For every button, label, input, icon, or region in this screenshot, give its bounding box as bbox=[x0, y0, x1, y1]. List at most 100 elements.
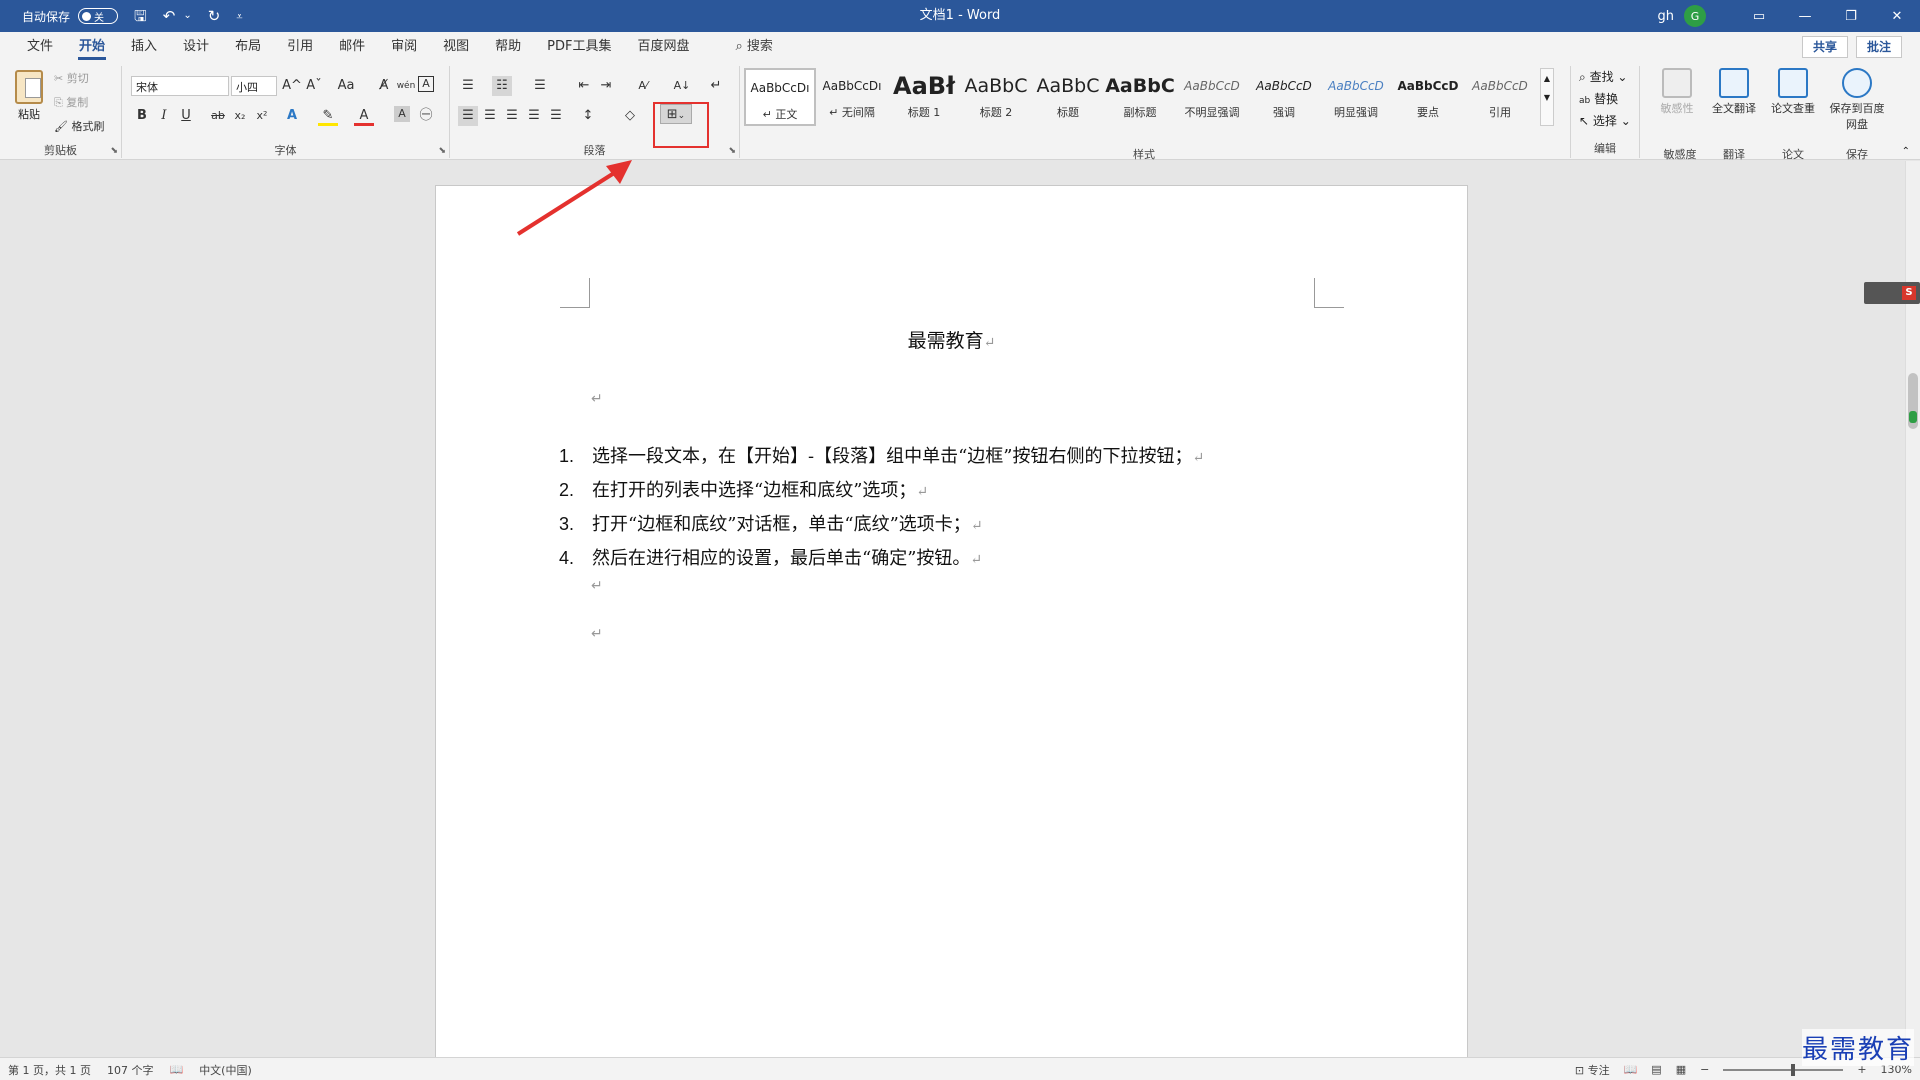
decrease-indent-icon[interactable]: ⇤ bbox=[574, 76, 594, 96]
document-page[interactable]: 最需教育↵ ↵ 1. 选择一段文本，在【开始】-【段落】组中单击“边框”按钮右侧的… bbox=[435, 185, 1468, 1065]
save-to-baidu-button[interactable]: 保存到百度网盘 bbox=[1826, 68, 1888, 132]
input-method-widget[interactable]: S bbox=[1864, 282, 1920, 304]
scroll-thumb[interactable] bbox=[1908, 373, 1918, 429]
style-title[interactable]: AaBbC 标题 bbox=[1032, 68, 1104, 126]
bold-icon[interactable]: B bbox=[132, 106, 152, 126]
read-mode-icon[interactable]: 📖 bbox=[1624, 1063, 1638, 1076]
style-quote[interactable]: AaBbCcD 引用 bbox=[1464, 68, 1536, 126]
collapse-ribbon-icon[interactable]: ⌃ bbox=[1902, 146, 1910, 157]
strikethrough-icon[interactable]: ab bbox=[208, 106, 228, 126]
share-button[interactable]: 共享 bbox=[1801, 36, 1848, 58]
multilevel-list-icon[interactable]: ☰ bbox=[530, 76, 550, 96]
align-left-icon[interactable]: ☰ bbox=[458, 106, 478, 126]
numbering-icon[interactable]: ☷ bbox=[492, 76, 512, 96]
align-right-icon[interactable]: ☰ bbox=[502, 106, 522, 126]
character-shading-icon[interactable]: A bbox=[394, 106, 410, 122]
align-center-icon[interactable]: ☰ bbox=[480, 106, 500, 126]
zoom-slider[interactable] bbox=[1723, 1063, 1844, 1076]
enclose-characters-icon[interactable]: ㊀ bbox=[416, 106, 436, 126]
minimize-icon[interactable]: — bbox=[1782, 0, 1828, 32]
save-icon[interactable]: 🖫 bbox=[134, 8, 147, 24]
underline-icon[interactable]: U bbox=[176, 106, 196, 126]
superscript-icon[interactable]: x² bbox=[252, 106, 272, 126]
tab-home[interactable]: 开始 bbox=[66, 32, 118, 62]
grow-font-icon[interactable]: A^ bbox=[282, 76, 302, 96]
web-layout-icon[interactable]: ▦ bbox=[1676, 1063, 1686, 1076]
chinese-layout-icon[interactable]: A⁄ bbox=[630, 76, 656, 96]
phonetic-guide-icon[interactable]: wén bbox=[396, 76, 416, 96]
word-count[interactable]: 107 个字 bbox=[107, 1062, 154, 1078]
subscript-icon[interactable]: x₂ bbox=[230, 106, 250, 126]
close-icon[interactable]: ✕ bbox=[1874, 0, 1920, 32]
tab-view[interactable]: 视图 bbox=[430, 32, 482, 62]
text-effects-icon[interactable]: A bbox=[282, 106, 302, 126]
focus-mode-button[interactable]: ⊡ 专注 bbox=[1575, 1062, 1610, 1078]
highlight-color-icon[interactable]: ✎ bbox=[318, 106, 338, 126]
restore-icon[interactable]: ❐ bbox=[1828, 0, 1874, 32]
print-layout-icon[interactable]: ▤ bbox=[1651, 1063, 1661, 1076]
distributed-icon[interactable]: ☰ bbox=[546, 106, 566, 126]
tab-references[interactable]: 引用 bbox=[274, 32, 326, 62]
redo-icon[interactable]: ↻ bbox=[208, 8, 221, 24]
dialog-launcher-icon[interactable]: ⬊ bbox=[110, 146, 118, 156]
undo-icon[interactable]: ↶ bbox=[163, 8, 176, 24]
tab-insert[interactable]: 插入 bbox=[118, 32, 170, 62]
increase-indent-icon[interactable]: ⇥ bbox=[596, 76, 616, 96]
style-subtle-emphasis[interactable]: AaBbCcD 不明显强调 bbox=[1176, 68, 1248, 126]
tab-review[interactable]: 审阅 bbox=[378, 32, 430, 62]
shrink-font-icon[interactable]: Aˇ bbox=[304, 76, 324, 96]
tell-me-search[interactable]: ⌕ 搜索 bbox=[723, 32, 786, 62]
style-no-spacing[interactable]: AaBbCcDı ↵ 无间隔 bbox=[816, 68, 888, 126]
style-heading-1[interactable]: AaBł 标题 1 bbox=[888, 68, 960, 126]
styles-scroll-icon[interactable]: ▲ ▼ bbox=[1540, 68, 1554, 126]
change-case-icon[interactable]: Aa bbox=[332, 76, 360, 96]
character-border-icon[interactable]: A bbox=[418, 76, 434, 92]
proofing-icon[interactable]: 📖 bbox=[169, 1063, 183, 1076]
paper-check-button[interactable]: 论文查重 bbox=[1770, 68, 1816, 116]
select-button[interactable]: ↖ 选择 ⌄ bbox=[1579, 112, 1631, 129]
format-painter-button[interactable]: 🖌 格式刷 bbox=[54, 118, 104, 134]
tab-mailings[interactable]: 邮件 bbox=[326, 32, 378, 62]
copy-button[interactable]: ⎘ 复制 bbox=[54, 94, 88, 110]
autosave-toggle[interactable]: 关 bbox=[78, 8, 119, 24]
show-marks-icon[interactable]: ↵ bbox=[706, 76, 726, 96]
justify-icon[interactable]: ☰ bbox=[524, 106, 544, 126]
replace-button[interactable]: ab 替换 bbox=[1579, 90, 1618, 107]
italic-icon[interactable]: I bbox=[154, 106, 174, 126]
style-intense-emphasis[interactable]: AaBbCcD 明显强调 bbox=[1320, 68, 1392, 126]
tab-pdf-tools[interactable]: PDF工具集 bbox=[534, 32, 624, 62]
style-subtitle[interactable]: AaBbC 副标题 bbox=[1104, 68, 1176, 126]
tab-baidu-netdisk[interactable]: 百度网盘 bbox=[624, 32, 702, 62]
bullets-icon[interactable]: ☰ bbox=[458, 76, 478, 96]
style-emphasis[interactable]: AaBbCcD 强调 bbox=[1248, 68, 1320, 126]
full-translate-button[interactable]: 全文翻译 bbox=[1712, 68, 1756, 116]
zoom-out-icon[interactable]: − bbox=[1700, 1063, 1709, 1076]
cut-button[interactable]: ✂ 剪切 bbox=[54, 70, 89, 86]
tab-layout[interactable]: 布局 bbox=[222, 32, 274, 62]
sort-icon[interactable]: A↓ bbox=[672, 76, 692, 96]
style-strong[interactable]: AaBbCcD 要点 bbox=[1392, 68, 1464, 126]
tab-help[interactable]: 帮助 bbox=[482, 32, 534, 62]
style-heading-2[interactable]: AaBbC 标题 2 bbox=[960, 68, 1032, 126]
user-name[interactable]: gh bbox=[1658, 9, 1675, 24]
font-name-combo[interactable]: 宋体 bbox=[131, 76, 229, 96]
customize-toolbar-icon[interactable]: ⩡ bbox=[236, 11, 242, 22]
language-status[interactable]: 中文(中国) bbox=[199, 1062, 252, 1078]
page-count[interactable]: 第 1 页，共 1 页 bbox=[8, 1062, 91, 1078]
dialog-launcher-icon[interactable]: ⬊ bbox=[438, 146, 446, 156]
paint-bucket-icon[interactable]: ◇ bbox=[620, 106, 640, 126]
font-color-icon[interactable]: A bbox=[354, 106, 374, 126]
comments-button[interactable]: 批注 bbox=[1855, 36, 1902, 58]
style-normal[interactable]: AaBbCcDı ↵ 正文 bbox=[744, 68, 816, 126]
tab-design[interactable]: 设计 bbox=[170, 32, 222, 62]
undo-dropdown-icon[interactable]: ⌄ bbox=[183, 11, 191, 21]
avatar[interactable]: G bbox=[1684, 5, 1706, 27]
paste-button[interactable]: 粘贴 bbox=[12, 70, 46, 122]
zoom-knob[interactable] bbox=[1791, 1063, 1796, 1076]
dialog-launcher-icon[interactable]: ⬊ bbox=[728, 146, 736, 156]
clear-format-icon[interactable]: A̸ bbox=[374, 76, 394, 96]
tab-file[interactable]: 文件 bbox=[14, 32, 66, 62]
find-button[interactable]: ⌕ 查找 ⌄ bbox=[1579, 68, 1627, 85]
line-spacing-icon[interactable]: ↕ bbox=[578, 106, 598, 126]
ribbon-display-icon[interactable]: ▭ bbox=[1736, 0, 1782, 32]
